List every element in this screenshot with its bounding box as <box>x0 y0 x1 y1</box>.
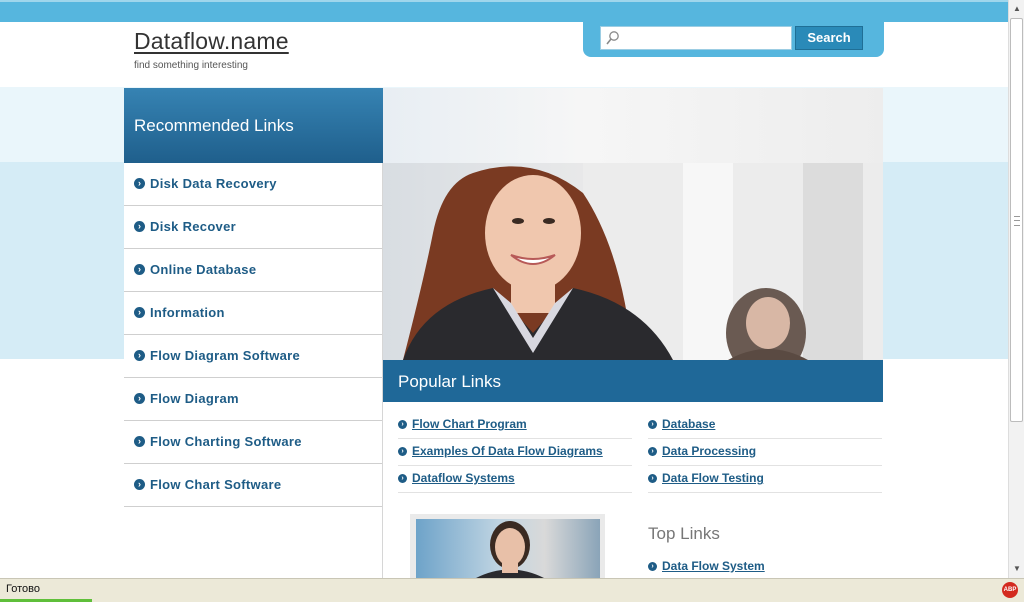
sidebar-link-list: › Disk Data Recovery › Disk Recover › Onlin… <box>124 163 382 507</box>
hero-banner-top <box>383 88 883 163</box>
scrollbar-thumb[interactable] <box>1010 18 1023 422</box>
sidebar-link[interactable]: Flow Diagram Software <box>150 348 300 363</box>
search-button[interactable]: Search <box>795 26 863 50</box>
sidebar-item: › Disk Data Recovery <box>124 163 382 206</box>
search-field[interactable] <box>600 26 792 50</box>
sidebar-item: › Flow Chart Software <box>124 464 382 507</box>
sidebar-item: › Flow Diagram <box>124 378 382 421</box>
sidebar-link[interactable]: Online Database <box>150 262 256 277</box>
browser-status-bar: Готово ABP <box>0 578 1024 602</box>
arrow-circle-icon: › <box>134 264 145 275</box>
top-link[interactable]: Data Flow System <box>662 559 765 573</box>
sidebar-link[interactable]: Disk Data Recovery <box>150 176 277 191</box>
arrow-circle-icon: › <box>134 436 145 447</box>
arrow-circle-icon: › <box>134 393 145 404</box>
search-icon <box>606 31 619 45</box>
popular-links-left: › Flow Chart Program › Examples Of Data Fl… <box>398 412 632 493</box>
arrow-circle-icon: › <box>648 562 657 571</box>
search-input[interactable] <box>627 27 791 49</box>
hero-photo <box>383 163 883 360</box>
arrow-circle-icon: › <box>398 447 407 456</box>
site-tagline: find something interesting <box>134 60 248 71</box>
popular-link[interactable]: Data Flow Testing <box>662 471 764 485</box>
scroll-down-arrow-icon[interactable]: ▼ <box>1011 563 1023 575</box>
sidebar-item: › Flow Diagram Software <box>124 335 382 378</box>
article-thumbnail[interactable] <box>416 519 600 578</box>
scroll-up-arrow-icon[interactable]: ▲ <box>1011 3 1023 15</box>
sidebar-header: Recommended Links <box>124 88 383 163</box>
adblock-plus-icon[interactable]: ABP <box>1002 582 1018 598</box>
site-title-link[interactable]: Dataflow.name <box>134 28 289 55</box>
arrow-circle-icon: › <box>134 479 145 490</box>
sidebar-link[interactable]: Flow Chart Software <box>150 477 281 492</box>
sidebar-link[interactable]: Flow Diagram <box>150 391 239 406</box>
popular-links-header: Popular Links <box>383 360 883 402</box>
sidebar-item: › Disk Recover <box>124 206 382 249</box>
list-item: › Data Flow Testing <box>648 466 882 493</box>
popular-link[interactable]: Examples Of Data Flow Diagrams <box>412 444 603 458</box>
arrow-circle-icon: › <box>134 178 145 189</box>
sidebar-link[interactable]: Flow Charting Software <box>150 434 302 449</box>
vertical-scrollbar[interactable]: ▲ ▼ <box>1008 0 1024 578</box>
popular-links-right: › Database › Data Processing › Data Flow Te… <box>648 412 882 493</box>
sidebar-link[interactable]: Information <box>150 305 225 320</box>
thumbnail-illustration <box>476 521 544 578</box>
sidebar-item: › Flow Charting Software <box>124 421 382 464</box>
sidebar-item: › Information <box>124 292 382 335</box>
top-accent-bar <box>0 0 1008 22</box>
arrow-circle-icon: › <box>648 447 657 456</box>
arrow-circle-icon: › <box>134 307 145 318</box>
arrow-circle-icon: › <box>134 221 145 232</box>
arrow-circle-icon: › <box>134 350 145 361</box>
popular-link[interactable]: Dataflow Systems <box>412 471 515 485</box>
hero-photo-illustration <box>403 163 883 360</box>
grip-icon <box>1014 216 1020 226</box>
arrow-circle-icon: › <box>398 474 407 483</box>
sidebar-heading: Recommended Links <box>134 116 294 135</box>
arrow-circle-icon: › <box>648 474 657 483</box>
list-item: › Database <box>648 412 882 439</box>
popular-link[interactable]: Data Processing <box>662 444 756 458</box>
sidebar-link[interactable]: Disk Recover <box>150 219 236 234</box>
list-item: › Dataflow Systems <box>398 466 632 493</box>
list-item: › Data Processing <box>648 439 882 466</box>
arrow-circle-icon: › <box>398 420 407 429</box>
status-text: Готово <box>6 583 40 595</box>
popular-link[interactable]: Flow Chart Program <box>412 417 527 431</box>
list-item: › Flow Chart Program <box>398 412 632 439</box>
arrow-circle-icon: › <box>648 420 657 429</box>
popular-link[interactable]: Database <box>662 417 715 431</box>
sidebar-item: › Online Database <box>124 249 382 292</box>
popular-links-heading: Popular Links <box>398 372 502 391</box>
list-item: › Examples Of Data Flow Diagrams <box>398 439 632 466</box>
top-links-heading: Top Links <box>648 524 720 543</box>
